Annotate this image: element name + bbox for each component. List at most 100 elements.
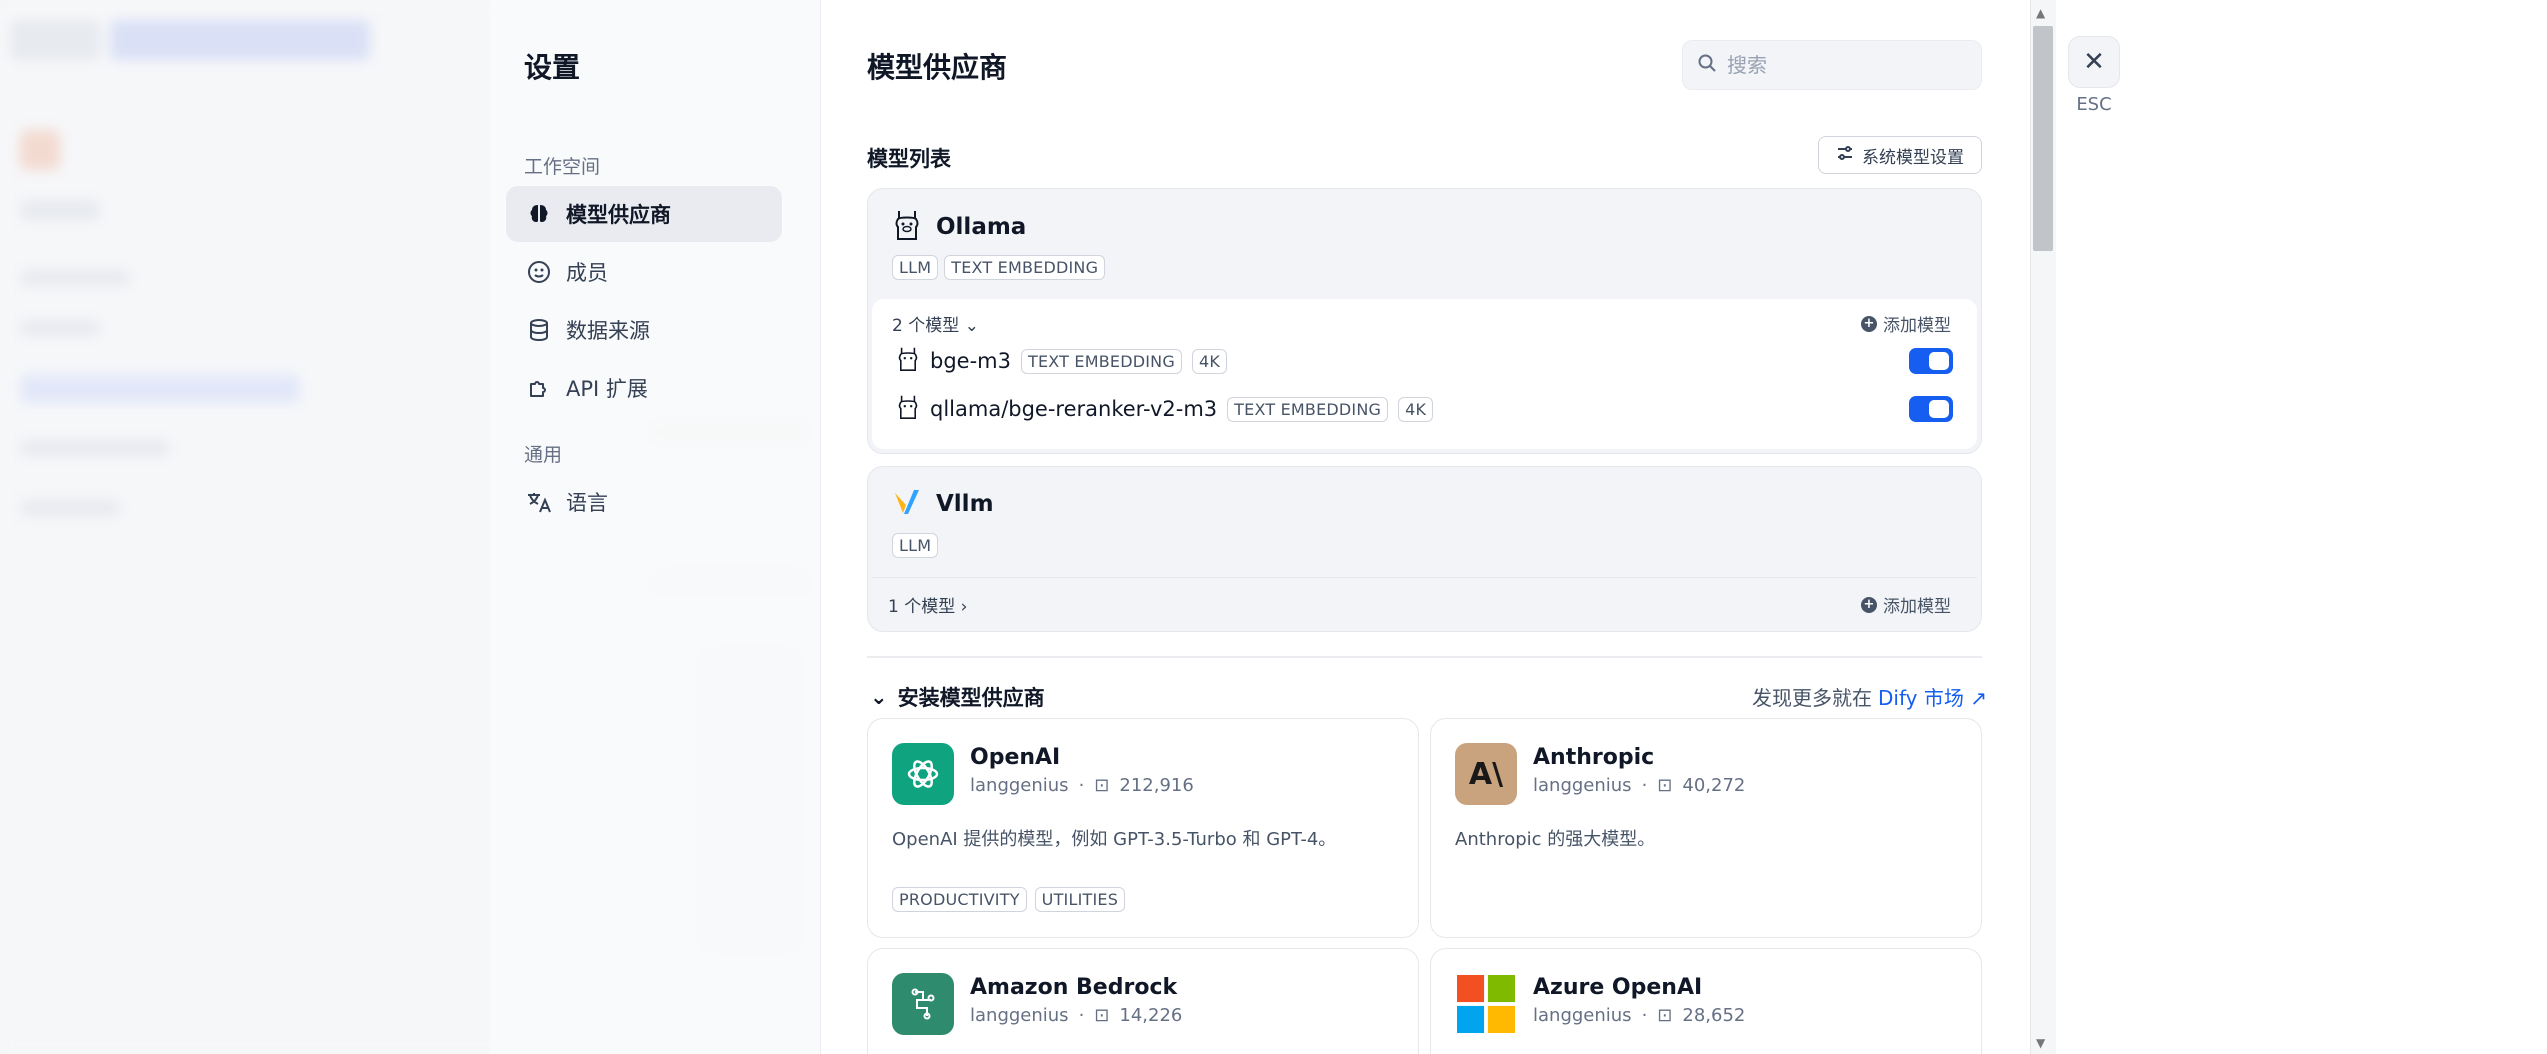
right-backdrop <box>2056 0 2547 1054</box>
brain-icon <box>526 201 552 227</box>
plugin-author: langgenius <box>1533 1005 1632 1026</box>
scroll-down-arrow-icon[interactable]: ▼ <box>2036 1036 2045 1050</box>
model-name: bge-m3 <box>930 349 1011 373</box>
separator-dot: · <box>1641 775 1648 796</box>
model-row: qllama/bge-reranker-v2-m3 TEXT EMBEDDING… <box>896 391 1953 427</box>
sidebar-item-label: 模型供应商 <box>566 203 671 227</box>
discover-more: 发现更多就在 Dify 市场 ↗ <box>1752 682 1987 711</box>
general-section-label: 通用 <box>524 444 563 466</box>
tag: PRODUCTIVITY <box>892 887 1027 912</box>
model-enable-toggle[interactable] <box>1909 396 1953 422</box>
sidebar-item-label: 数据来源 <box>566 319 650 343</box>
close-icon: ✕ <box>2083 47 2105 77</box>
sidebar-item-data-source[interactable]: 数据来源 <box>506 302 782 358</box>
close-button[interactable]: ✕ <box>2068 36 2120 88</box>
vllm-logo-icon <box>892 487 922 521</box>
provider-header: Vllm <box>892 487 994 521</box>
model-count-toggle[interactable]: 1 个模型 › <box>888 592 967 617</box>
system-model-settings-button[interactable]: 系统模型设置 <box>1818 136 1982 174</box>
plugin-name: Azure OpenAI <box>1533 975 1703 1000</box>
model-count-label: 2 个模型 <box>892 316 960 336</box>
chevron-right-icon: › <box>960 597 968 617</box>
scroll-up-arrow-icon[interactable]: ▲ <box>2036 6 2045 20</box>
plugin-install-count: 212,916 <box>1119 775 1194 796</box>
tag: LLM <box>892 255 939 280</box>
provider-tags: LLM TEXT EMBEDDING <box>892 255 1106 280</box>
anthropic-logo-icon: A\ <box>1455 743 1517 805</box>
download-icon: ⊡ <box>1094 775 1110 796</box>
tag: TEXT EMBEDDING <box>1020 348 1182 374</box>
provider-tags: LLM <box>892 533 939 558</box>
plugin-card-openai[interactable]: OpenAI langgenius · ⊡ 212,916 OpenAI 提供的… <box>867 718 1419 938</box>
puzzle-icon <box>526 375 552 401</box>
settings-dialog: 设置 工作空间 模型供应商 成员 数据来源 API 扩展 通用 语言 模型供应商 <box>0 0 2547 1054</box>
sidebar-item-label: 语言 <box>566 491 608 515</box>
plugin-install-count: 14,226 <box>1119 1005 1183 1026</box>
plugin-meta: langgenius · ⊡ 212,916 <box>970 775 1194 796</box>
provider-card-vllm: Vllm LLM 1 个模型 › + 添加模型 <box>867 466 1982 632</box>
install-providers-toggle[interactable]: ⌄ 安装模型供应商 <box>870 682 1045 712</box>
plugin-description: Anthropic 的强大模型。 <box>1455 829 1656 850</box>
separator-dot: · <box>1078 1005 1085 1026</box>
plugin-author: langgenius <box>1533 775 1632 796</box>
tag: UTILITIES <box>1034 887 1126 912</box>
tag: 4K <box>1191 348 1228 374</box>
plugin-card-amazon-bedrock[interactable]: Amazon Bedrock langgenius · ⊡ 14,226 <box>867 948 1419 1054</box>
plugin-install-count: 40,272 <box>1682 775 1746 796</box>
search-box[interactable] <box>1682 40 1982 90</box>
separator-dot: · <box>1078 775 1085 796</box>
add-model-button[interactable]: + 添加模型 <box>1861 311 1951 336</box>
model-count-toggle[interactable]: 2 个模型 ⌄ <box>892 311 979 336</box>
plus-circle-icon: + <box>1861 315 1877 332</box>
sidebar-item-model-provider[interactable]: 模型供应商 <box>506 186 782 242</box>
sidebar-item-label: API 扩展 <box>566 377 648 401</box>
plugin-name: Amazon Bedrock <box>970 975 1178 1000</box>
anthropic-logo-text: A\ <box>1468 756 1504 792</box>
llama-icon <box>896 394 920 424</box>
sidebar-item-language[interactable]: 语言 <box>506 474 782 530</box>
plugin-description: OpenAI 提供的模型，例如 GPT-3.5-Turbo 和 GPT-4。 <box>892 829 1337 850</box>
tag: TEXT EMBEDDING <box>1227 396 1389 422</box>
search-input[interactable] <box>1727 53 1957 77</box>
add-model-label: 添加模型 <box>1883 316 1951 336</box>
microsoft-logo-icon <box>1455 973 1517 1035</box>
provider-name: Vllm <box>936 491 994 517</box>
search-icon <box>1697 53 1717 77</box>
plugin-tags: PRODUCTIVITY UTILITIES <box>892 887 1126 912</box>
provider-card-ollama: Ollama LLM TEXT EMBEDDING 2 个模型 ⌄ + 添加模型… <box>867 188 1982 454</box>
marketplace-link-label: Dify 市场 <box>1878 686 1964 710</box>
model-name: qllama/bge-reranker-v2-m3 <box>930 397 1218 421</box>
plugin-author: langgenius <box>970 1005 1069 1026</box>
plugin-install-count: 28,652 <box>1682 1005 1746 1026</box>
sidebar-item-label: 成员 <box>566 261 608 285</box>
page-title: 模型供应商 <box>867 51 1008 84</box>
model-enable-toggle[interactable] <box>1909 348 1953 374</box>
sidebar-item-members[interactable]: 成员 <box>506 244 782 300</box>
add-model-label: 添加模型 <box>1883 597 1951 617</box>
esc-hint: ESC <box>2076 94 2112 115</box>
plugin-card-anthropic[interactable]: A\ Anthropic langgenius · ⊡ 40,272 Anthr… <box>1430 718 1982 938</box>
openai-logo-icon <box>892 743 954 805</box>
plugin-name: Anthropic <box>1533 745 1655 770</box>
model-list: 1 个模型 › + 添加模型 <box>872 577 1977 629</box>
plugin-meta: langgenius · ⊡ 28,652 <box>1533 1005 1745 1026</box>
scrollbar-thumb[interactable] <box>2033 26 2053 251</box>
install-title-label: 安装模型供应商 <box>897 686 1045 710</box>
plugin-card-azure-openai[interactable]: Azure OpenAI langgenius · ⊡ 28,652 <box>1430 948 1982 1054</box>
provider-header: Ollama <box>892 209 1026 245</box>
settings-title: 设置 <box>524 51 581 84</box>
plugin-name: OpenAI <box>970 745 1061 770</box>
download-icon: ⊡ <box>1094 1005 1110 1026</box>
llama-icon <box>892 209 922 245</box>
translate-icon <box>526 489 552 515</box>
tag: TEXT EMBEDDING <box>944 255 1106 280</box>
tag: LLM <box>892 533 939 558</box>
sidebar-item-api-extension[interactable]: API 扩展 <box>506 360 782 416</box>
plugin-author: langgenius <box>970 775 1069 796</box>
add-model-button[interactable]: + 添加模型 <box>1861 592 1951 617</box>
plus-circle-icon: + <box>1861 596 1877 613</box>
bedrock-logo-icon <box>892 973 954 1035</box>
database-icon <box>526 317 552 343</box>
section-divider <box>867 656 1982 658</box>
marketplace-link[interactable]: Dify 市场 ↗ <box>1878 682 1987 711</box>
